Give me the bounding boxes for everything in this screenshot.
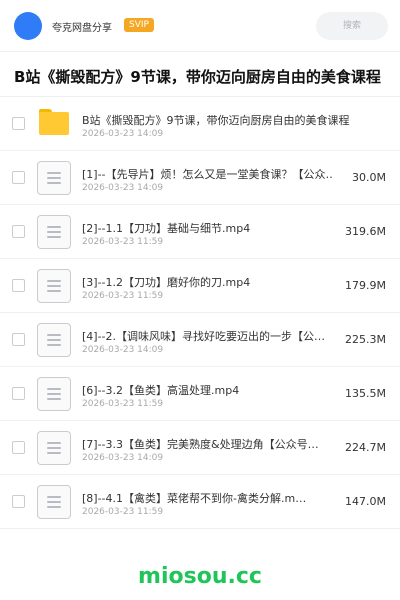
search-input[interactable]: 搜索 [316,12,388,40]
file-date: 2026-03-23 11:59 [82,237,164,247]
file-size: 135.5M [345,387,386,400]
file-date: 2026-03-23 14:09 [82,183,164,193]
file-size: 30.0M [352,171,386,184]
svip-badge: SVIP [124,18,154,32]
document-icon [37,377,71,411]
document-icon [37,161,71,195]
row-checkbox[interactable] [12,387,25,400]
file-name: [2]--1.1【刀功】基础与细节.mp4 [82,222,251,235]
row-checkbox[interactable] [12,333,25,346]
list-item[interactable]: [2]--1.1【刀功】基础与细节.mp4 2026-03-23 11:59 3… [0,205,400,259]
list-item[interactable]: [4]--2.【调味风味】寻找好吃要迈出的一步【公… 2026-03-23 14… [0,313,400,367]
list-item[interactable]: [3]--1.2【刀功】磨好你的刀.mp4 2026-03-23 11:59 1… [0,259,400,313]
file-size: 224.7M [345,441,386,454]
file-size: 147.0M [345,495,386,508]
file-size: 319.6M [345,225,386,238]
row-checkbox[interactable] [12,171,25,184]
file-size: 225.3M [345,333,386,346]
file-name: [1]--【先导片】烦！怎么又是一堂美食课？【公众… [82,168,332,181]
file-name: B站《撕毁配方》9节课，带你迈向厨房自由的美食课程 [82,114,350,127]
file-date: 2026-03-23 14:09 [82,345,164,355]
document-icon [37,215,71,249]
document-icon [37,323,71,357]
row-checkbox[interactable] [12,117,25,130]
list-item[interactable]: [6]--3.2【鱼类】高温处理.mp4 2026-03-23 11:59 13… [0,367,400,421]
file-name: [4]--2.【调味风味】寻找好吃要迈出的一步【公… [82,330,326,343]
top-bar: 夸克网盘分享 SVIP 搜索 [0,0,400,52]
folder-icon [39,109,69,135]
file-date: 2026-03-23 11:59 [82,507,164,517]
avatar[interactable] [14,12,42,40]
file-name: [3]--1.2【刀功】磨好你的刀.mp4 [82,276,251,289]
watermark: miosou.cc [138,564,262,589]
file-size: 179.9M [345,279,386,292]
page-title: B站《撕毁配方》9节课，带你迈向厨房自由的美食课程 [14,68,381,86]
list-item[interactable]: [7]--3.3【鱼类】完美熟度&处理边角【公众号… 2026-03-23 14… [0,421,400,475]
document-icon [37,431,71,465]
document-icon [37,269,71,303]
list-item[interactable]: B站《撕毁配方》9节课，带你迈向厨房自由的美食课程 2026-03-23 14:… [0,97,400,151]
file-date: 2026-03-23 11:59 [82,399,164,409]
user-name: 夸克网盘分享 [52,23,112,34]
list-item[interactable]: [1]--【先导片】烦！怎么又是一堂美食课？【公众… 2026-03-23 14… [0,151,400,205]
row-checkbox[interactable] [12,225,25,238]
document-icon [37,485,71,519]
file-name: [8]--4.1【禽类】菜佬帮不到你-禽类分解.m… [82,492,307,505]
row-checkbox[interactable] [12,441,25,454]
file-name: [6]--3.2【鱼类】高温处理.mp4 [82,384,240,397]
row-checkbox[interactable] [12,495,25,508]
row-checkbox[interactable] [12,279,25,292]
list-item[interactable]: [8]--4.1【禽类】菜佬帮不到你-禽类分解.m… 2026-03-23 11… [0,475,400,529]
file-date: 2026-03-23 11:59 [82,291,164,301]
file-date: 2026-03-23 14:09 [82,129,164,139]
file-name: [7]--3.3【鱼类】完美熟度&处理边角【公众号… [82,438,319,451]
file-date: 2026-03-23 14:09 [82,453,164,463]
file-list: B站《撕毁配方》9节课，带你迈向厨房自由的美食课程 2026-03-23 14:… [0,97,400,529]
